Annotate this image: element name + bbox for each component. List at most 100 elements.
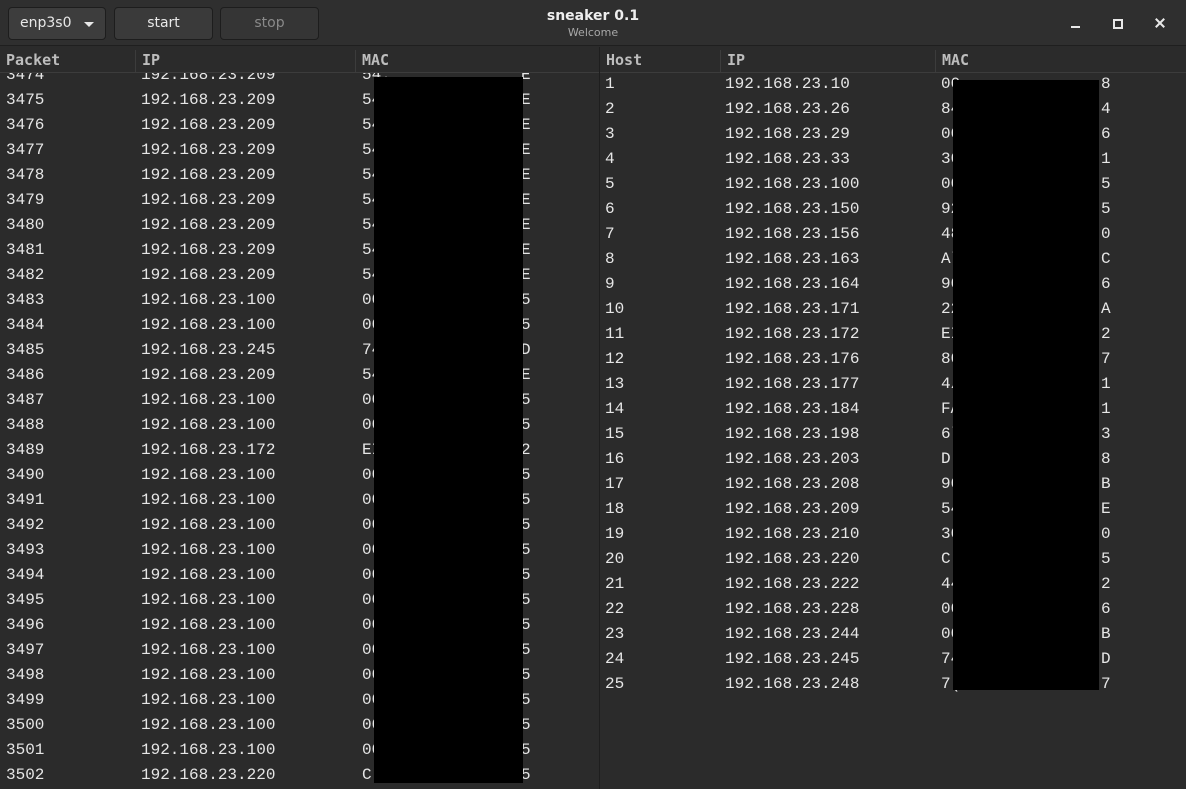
row-index: 3494 <box>6 566 45 584</box>
row-mac-end: 0 <box>1101 225 1111 243</box>
row-ip: 192.168.23.177 <box>725 375 860 393</box>
column-header-mac[interactable]: MAC <box>936 50 1186 72</box>
row-mac-end: A <box>1101 300 1111 318</box>
row-index: 15 <box>605 425 625 443</box>
row-mac-end: 8 <box>1101 450 1111 468</box>
row-ip: 192.168.23.228 <box>725 600 860 618</box>
row-ip: 192.168.23.100 <box>141 591 276 609</box>
row-ip: 192.168.23.164 <box>725 275 860 293</box>
row-index: 3 <box>605 125 615 143</box>
row-mac-end: 6 <box>1101 600 1111 618</box>
row-ip: 192.168.23.210 <box>725 525 860 543</box>
row-ip: 192.168.23.171 <box>725 300 860 318</box>
row-ip: 192.168.23.100 <box>141 291 276 309</box>
row-index: 23 <box>605 625 625 643</box>
row-ip: 192.168.23.163 <box>725 250 860 268</box>
row-index: 3482 <box>6 266 45 284</box>
row-ip: 192.168.23.209 <box>141 116 276 134</box>
row-index: 3480 <box>6 216 45 234</box>
row-index: 3500 <box>6 716 45 734</box>
row-index: 20 <box>605 550 625 568</box>
window-title: sneaker 0.1 <box>546 8 640 24</box>
maximize-icon[interactable] <box>1109 14 1127 32</box>
row-mac-end: 1 <box>1101 375 1111 393</box>
row-ip: 192.168.23.208 <box>725 475 860 493</box>
row-index: 3477 <box>6 141 45 159</box>
row-ip: 192.168.23.209 <box>725 500 860 518</box>
row-index: 3479 <box>6 191 45 209</box>
row-ip: 192.168.23.209 <box>141 191 276 209</box>
row-index: 3493 <box>6 541 45 559</box>
row-index: 2 <box>605 100 615 118</box>
column-header-mac[interactable]: MAC <box>356 50 599 72</box>
row-mac-end: 7 <box>1101 350 1111 368</box>
row-index: 5 <box>605 175 615 193</box>
row-index: 3497 <box>6 641 45 659</box>
row-index: 3475 <box>6 91 45 109</box>
row-index: 3501 <box>6 741 45 759</box>
row-ip: 192.168.23.209 <box>141 166 276 184</box>
row-mac-end: 5 <box>1101 200 1111 218</box>
close-icon[interactable] <box>1151 14 1169 32</box>
row-index: 3495 <box>6 591 45 609</box>
column-header-ip[interactable]: IP <box>136 50 356 72</box>
row-index: 3502 <box>6 766 45 784</box>
row-ip: 192.168.23.209 <box>141 216 276 234</box>
row-ip: 192.168.23.10 <box>725 75 850 93</box>
row-mac-end: 2 <box>1101 325 1111 343</box>
column-header-ip[interactable]: IP <box>721 50 936 72</box>
row-index: 6 <box>605 200 615 218</box>
row-index: 3499 <box>6 691 45 709</box>
row-index: 19 <box>605 525 625 543</box>
packet-table-header: Packet IP MAC <box>0 47 599 73</box>
row-ip: 192.168.23.248 <box>725 675 860 693</box>
row-index: 3485 <box>6 341 45 359</box>
row-mac-end: 1 <box>1101 150 1111 168</box>
row-mac-end: 2 <box>1101 575 1111 593</box>
row-ip: 192.168.23.100 <box>725 175 860 193</box>
window-subtitle: Welcome <box>567 26 619 39</box>
row-mac-end: C <box>1101 250 1111 268</box>
column-header-host[interactable]: Host <box>600 50 721 72</box>
row-index: 3478 <box>6 166 45 184</box>
row-index: 18 <box>605 500 625 518</box>
row-index: 10 <box>605 300 625 318</box>
minimize-icon[interactable] <box>1067 14 1085 32</box>
row-ip: 192.168.23.209 <box>141 141 276 159</box>
row-index: 3492 <box>6 516 45 534</box>
column-header-packet[interactable]: Packet <box>0 50 136 72</box>
row-mac-end: 6 <box>1101 125 1111 143</box>
row-ip: 192.168.23.220 <box>141 766 276 784</box>
row-ip: 192.168.23.244 <box>725 625 860 643</box>
row-index: 9 <box>605 275 615 293</box>
redaction-block <box>953 80 1099 690</box>
row-mac-end: B <box>1101 625 1111 643</box>
host-table[interactable]: Host IP MAC 1 192.168.23.10 0 0 8 2 192.168.23… <box>600 47 1186 789</box>
row-ip: 192.168.23.209 <box>141 241 276 259</box>
row-ip: 192.168.23.29 <box>725 125 850 143</box>
row-ip: 192.168.23.150 <box>725 200 860 218</box>
row-index: 13 <box>605 375 625 393</box>
row-mac-end: 3 <box>1101 425 1111 443</box>
row-mac-end: B <box>1101 475 1111 493</box>
row-ip: 192.168.23.100 <box>141 566 276 584</box>
row-mac-end: D <box>1101 650 1111 668</box>
row-ip: 192.168.23.209 <box>141 91 276 109</box>
row-ip: 192.168.23.245 <box>725 650 860 668</box>
row-index: 3487 <box>6 391 45 409</box>
row-index: 7 <box>605 225 615 243</box>
row-ip: 192.168.23.100 <box>141 666 276 684</box>
row-ip: 192.168.23.203 <box>725 450 860 468</box>
row-index: 3483 <box>6 291 45 309</box>
row-ip: 192.168.23.245 <box>141 341 276 359</box>
row-ip: 192.168.23.209 <box>141 266 276 284</box>
row-ip: 192.168.23.100 <box>141 516 276 534</box>
row-ip: 192.168.23.172 <box>141 441 276 459</box>
row-ip: 192.168.23.26 <box>725 100 850 118</box>
row-ip: 192.168.23.100 <box>141 316 276 334</box>
row-index: 16 <box>605 450 625 468</box>
row-mac-end: 8 <box>1101 75 1111 93</box>
row-mac-end: 1 <box>1101 400 1111 418</box>
row-ip: 192.168.23.209 <box>141 366 276 384</box>
packet-table[interactable]: Packet IP MAC 3474 192.168.23.209 54: E 3475… <box>0 47 599 789</box>
